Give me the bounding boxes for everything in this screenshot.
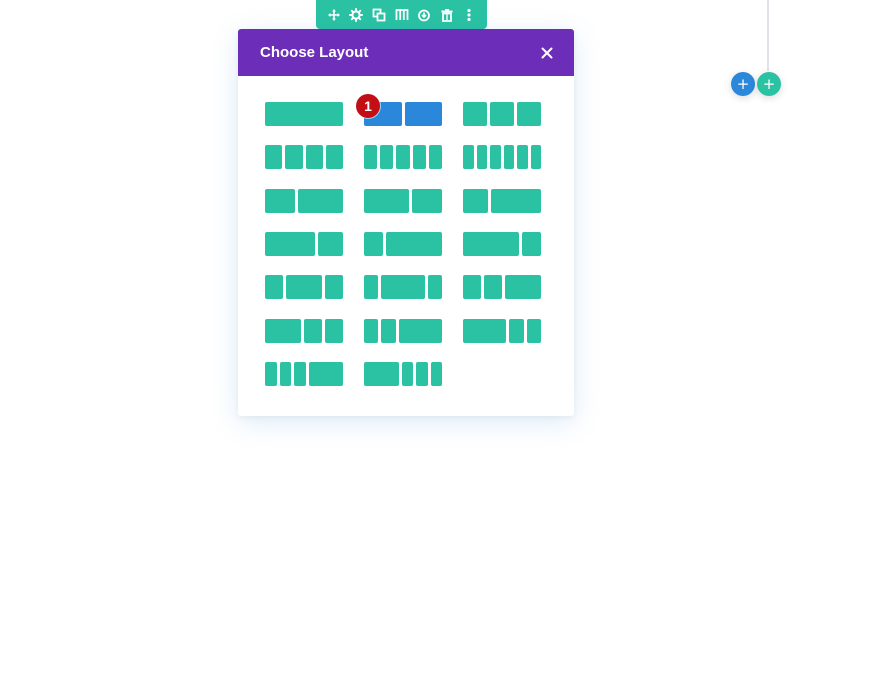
layout-column [364, 188, 409, 213]
layout-column [530, 145, 541, 170]
layout-column [265, 361, 277, 386]
layout-column [416, 361, 428, 386]
row-settings-toolbar [316, 0, 487, 29]
layout-column [285, 145, 303, 170]
modal-header: Choose Layout [238, 29, 574, 76]
move-icon[interactable] [325, 6, 343, 24]
layout-column [401, 361, 413, 386]
layout-column [463, 318, 507, 343]
layout-column [463, 145, 474, 170]
layout-column [364, 318, 379, 343]
layout-option-1_6-1_6-1_6-1_2[interactable] [265, 361, 343, 386]
layout-column [463, 275, 481, 300]
step-callout-badge: 1 [356, 94, 380, 118]
layout-column [325, 318, 343, 343]
layout-option-1_5x5[interactable] [364, 145, 442, 170]
duplicate-icon[interactable] [370, 6, 388, 24]
layout-column [380, 145, 394, 170]
layout-option-1_5-1_5-3_5[interactable] [364, 318, 442, 343]
layout-column [463, 231, 520, 256]
layout-column [265, 102, 343, 126]
layout-column [318, 231, 343, 256]
layout-option-2_3-1_3[interactable] [265, 231, 343, 256]
layout-option-1_6x6[interactable] [463, 145, 541, 170]
layout-column [490, 145, 501, 170]
add-row-button[interactable]: + [731, 72, 755, 96]
layout-column [476, 145, 487, 170]
layout-column [522, 231, 541, 256]
layout-column [305, 145, 323, 170]
more-vertical-icon[interactable] [460, 6, 478, 24]
layout-column [286, 275, 322, 300]
layout-column [428, 145, 442, 170]
layout-column [294, 361, 306, 386]
layout-option-1_4-3_4[interactable] [364, 231, 442, 256]
power-icon[interactable] [415, 6, 433, 24]
layout-option-1_2-1_6-1_6-1_6[interactable] [364, 361, 442, 386]
close-icon[interactable] [539, 45, 555, 61]
layout-column [265, 275, 283, 300]
layout-column [490, 102, 514, 126]
layout-column [364, 361, 399, 386]
layout-column [364, 231, 383, 256]
layout-column [404, 102, 442, 126]
layout-option-1_4x4[interactable] [265, 145, 343, 170]
layout-option-3_5-2_5[interactable] [364, 188, 442, 213]
layout-column [364, 145, 378, 170]
trash-icon[interactable] [438, 6, 456, 24]
layout-column [505, 275, 541, 300]
layout-option-2_5-3_5[interactable] [265, 188, 343, 213]
layout-column [430, 361, 442, 386]
layout-column [325, 145, 343, 170]
layout-option-3_5-1_5-1_5[interactable] [463, 318, 541, 343]
layout-column [517, 102, 541, 126]
layout-column [385, 231, 442, 256]
layout-column [298, 188, 343, 213]
layout-column [484, 275, 502, 300]
layout-column [279, 361, 291, 386]
layout-column [463, 102, 487, 126]
layout-column [509, 318, 524, 343]
layout-column [412, 188, 442, 213]
layout-option-1_4-1_2-1_4[interactable] [265, 275, 343, 300]
layout-column [325, 275, 343, 300]
layout-column [396, 145, 410, 170]
layout-column [265, 318, 301, 343]
layout-option-3_4-1_4[interactable] [463, 231, 541, 256]
layout-column [308, 361, 343, 386]
layout-column [304, 318, 322, 343]
layout-column [463, 188, 488, 213]
layout-option-1_4-1_4-1_2[interactable] [463, 275, 541, 300]
layout-column [517, 145, 528, 170]
layout-column [491, 188, 541, 213]
columns-icon[interactable] [393, 6, 411, 24]
layout-column [398, 318, 442, 343]
gear-icon[interactable] [347, 6, 365, 24]
layout-column [265, 231, 315, 256]
modal-title: Choose Layout [260, 44, 369, 61]
layout-column [503, 145, 514, 170]
choose-layout-modal: Choose Layout [238, 29, 574, 416]
layout-column [381, 318, 396, 343]
layout-option-1_5-3_5-1_5[interactable] [364, 275, 442, 300]
layout-column [381, 275, 425, 300]
layout-column [427, 275, 442, 300]
layout-column [364, 275, 379, 300]
layout-column [526, 318, 541, 343]
layout-option-1_2-1_4-1_4[interactable] [265, 318, 343, 343]
layout-column [412, 145, 426, 170]
layout-column [265, 188, 295, 213]
layout-column [265, 145, 283, 170]
layout-option-1_3-2_3[interactable] [463, 188, 541, 213]
add-section-button[interactable]: + [757, 72, 781, 96]
layout-option-1[interactable] [265, 102, 343, 126]
layout-option-1_3-1_3-1_3[interactable] [463, 102, 541, 126]
section-divider-line [767, 0, 769, 71]
